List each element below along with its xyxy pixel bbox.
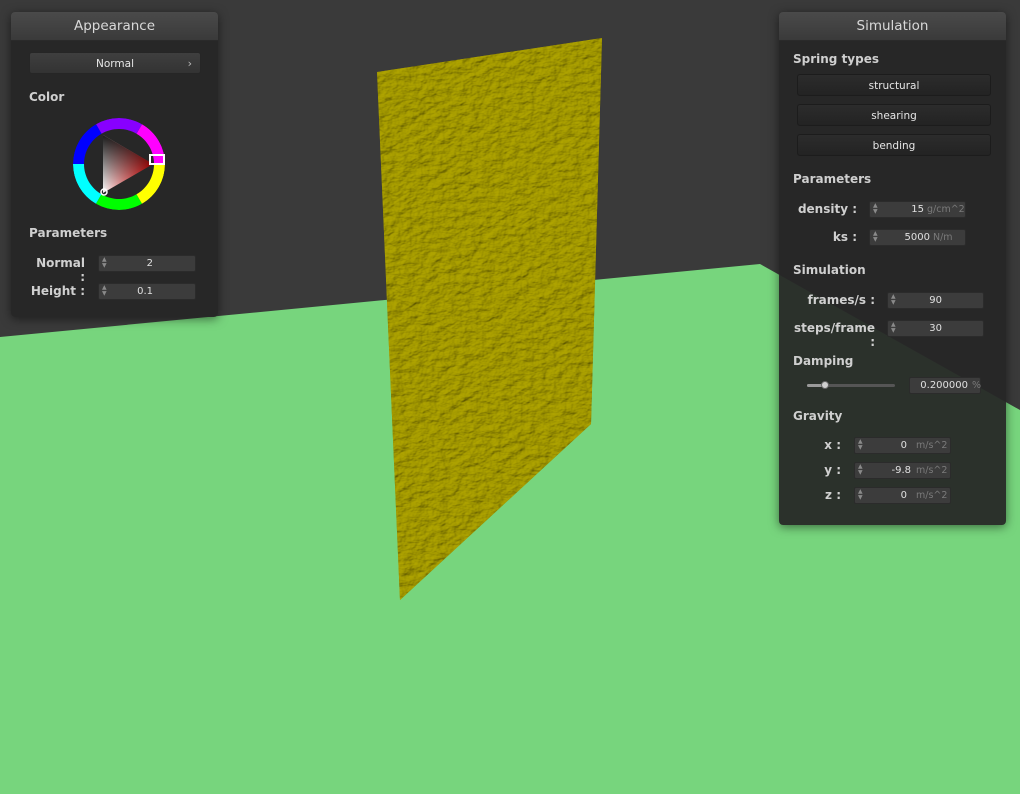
height-value: 0.1: [137, 286, 153, 297]
damping-unit: %: [972, 380, 982, 391]
spinner-icon[interactable]: ▲ ▼: [858, 464, 865, 477]
ks-label: ks :: [832, 230, 857, 244]
damping-label: Damping: [793, 354, 854, 368]
spinner-icon[interactable]: ▲ ▼: [858, 489, 865, 502]
appearance-panel: Appearance Normal › Color Parameters Nor…: [11, 12, 218, 317]
simulation-title: Simulation: [779, 12, 1006, 41]
spinner-icon[interactable]: ▲ ▼: [102, 285, 109, 298]
spinner-icon[interactable]: ▲ ▼: [873, 231, 880, 244]
structural-button[interactable]: structural: [797, 74, 991, 96]
spinner-icon[interactable]: ▲ ▼: [891, 294, 898, 307]
density-unit: g/cm^2: [927, 204, 965, 215]
gravity-y-input[interactable]: ▲ ▼ -9.8 m/s^2: [854, 462, 951, 479]
damping-slider[interactable]: [807, 381, 895, 389]
normal-value: 2: [146, 258, 153, 269]
appearance-title: Appearance: [11, 12, 218, 41]
gravity-label: Gravity: [793, 409, 843, 423]
spinner-icon[interactable]: ▲ ▼: [891, 322, 898, 335]
sim-section-label: Simulation: [793, 263, 866, 277]
frames-value: 90: [929, 295, 942, 306]
steps-input[interactable]: ▲ ▼ 30: [887, 320, 984, 337]
damping-input[interactable]: 0.200000 %: [909, 377, 981, 394]
spinner-icon[interactable]: ▲ ▼: [102, 257, 109, 270]
frames-input[interactable]: ▲ ▼ 90: [887, 292, 984, 309]
ks-value: 5000: [904, 232, 930, 243]
gravity-z-unit: m/s^2: [916, 490, 948, 501]
steps-value: 30: [929, 323, 942, 334]
spring-types-label: Spring types: [793, 52, 880, 66]
damping-slider-knob[interactable]: [820, 381, 829, 389]
density-label: density :: [797, 202, 857, 216]
gravity-x-unit: m/s^2: [916, 440, 948, 451]
gravity-y-label: y :: [824, 463, 841, 477]
gravity-y-unit: m/s^2: [916, 465, 948, 476]
shearing-button[interactable]: shearing: [797, 104, 991, 126]
frames-label: frames/s :: [807, 293, 875, 307]
gravity-x-value: 0: [900, 440, 907, 451]
gravity-z-value: 0: [900, 490, 907, 501]
ks-unit: N/m: [933, 232, 953, 243]
gravity-z-label: z :: [825, 488, 841, 502]
gravity-x-label: x :: [824, 438, 841, 452]
normal-label: Normal :: [36, 256, 85, 284]
gravity-x-input[interactable]: ▲ ▼ 0 m/s^2: [854, 437, 951, 454]
gravity-z-input[interactable]: ▲ ▼ 0 m/s^2: [854, 487, 951, 504]
density-input[interactable]: ▲ ▼ 15 g/cm^2: [869, 201, 966, 218]
steps-label: steps/frame :: [793, 321, 875, 349]
shader-select-button[interactable]: Normal ›: [29, 52, 201, 74]
chevron-right-icon: ›: [187, 57, 192, 70]
shader-label: Normal: [96, 58, 134, 70]
sim-params-label: Parameters: [793, 172, 872, 186]
spinner-icon[interactable]: ▲ ▼: [858, 439, 865, 452]
simulation-panel: Simulation Spring types structural shear…: [779, 12, 1006, 525]
appearance-params-label: Parameters: [29, 226, 108, 240]
normal-input[interactable]: ▲ ▼ 2: [98, 255, 196, 272]
damping-value: 0.200000: [920, 380, 968, 391]
height-input[interactable]: ▲ ▼ 0.1: [98, 283, 196, 300]
height-label: Height :: [30, 284, 85, 298]
color-section-label: Color: [29, 90, 65, 104]
spinner-icon[interactable]: ▲ ▼: [873, 203, 880, 216]
ks-input[interactable]: ▲ ▼ 5000 N/m: [869, 229, 966, 246]
color-wheel[interactable]: [67, 112, 171, 216]
density-value: 15: [911, 204, 924, 215]
gravity-y-value: -9.8: [891, 465, 911, 476]
bending-button[interactable]: bending: [797, 134, 991, 156]
